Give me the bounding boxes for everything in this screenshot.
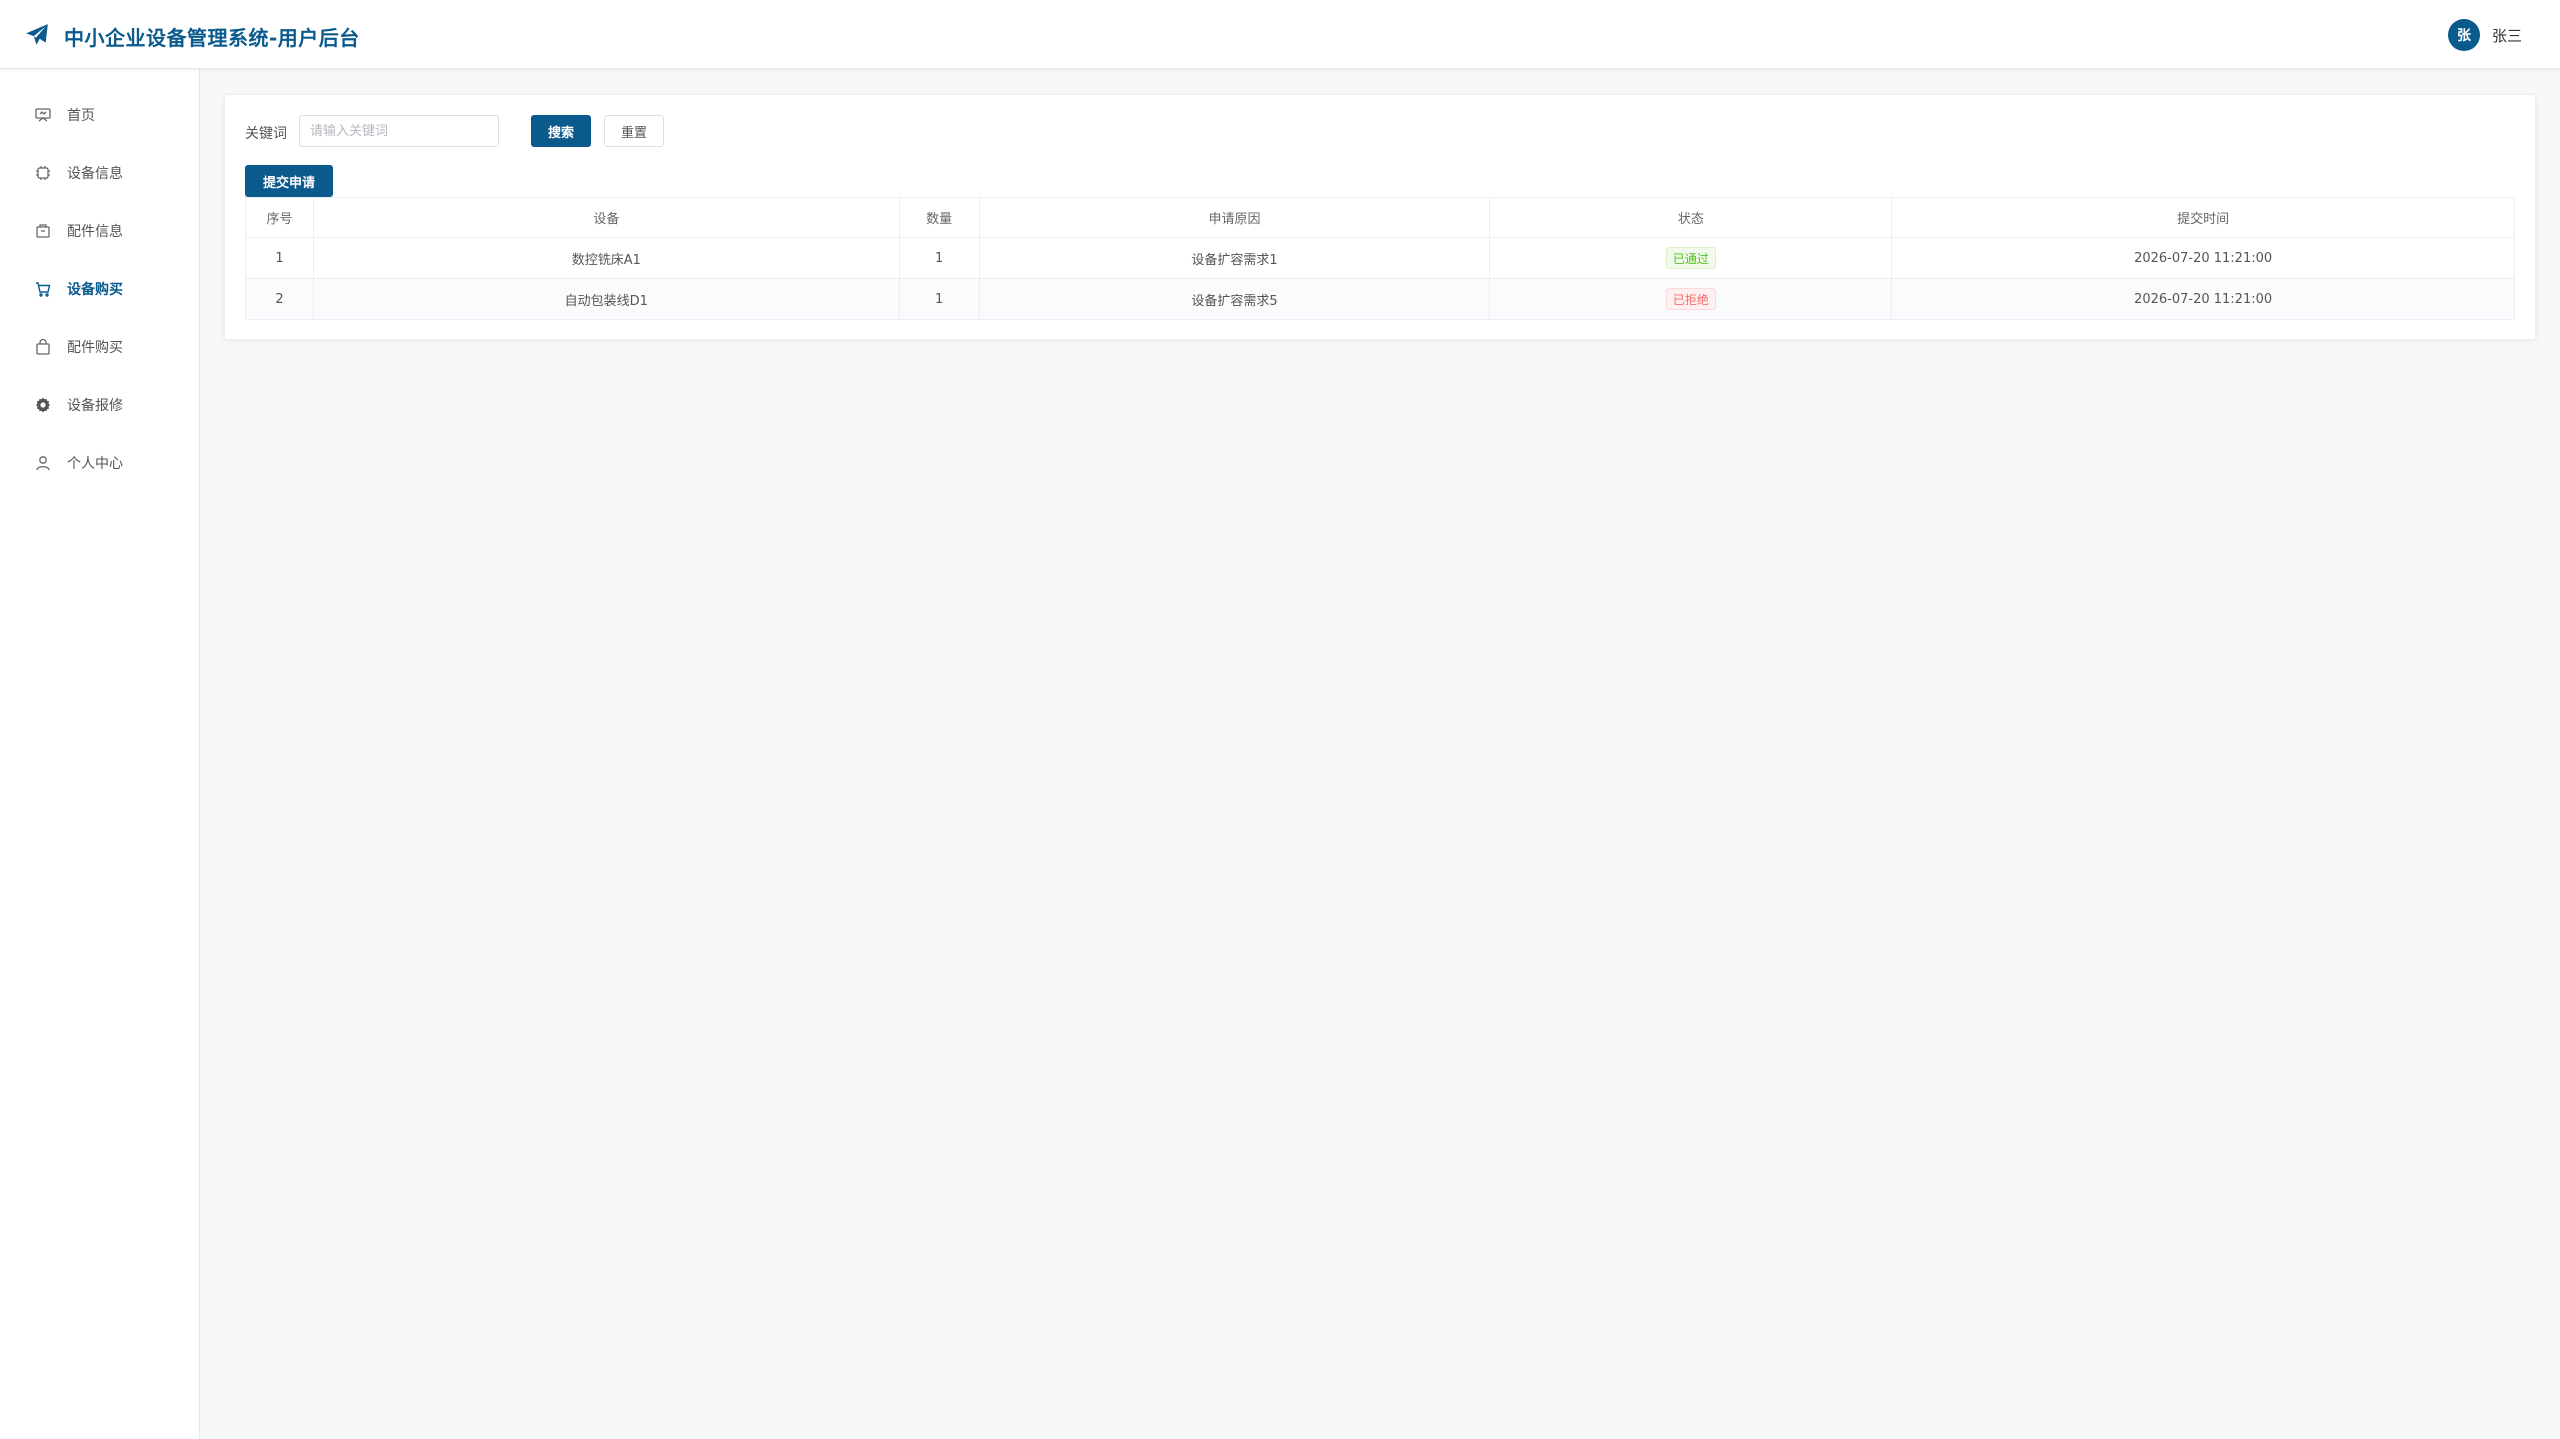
sidebar-item-home[interactable]: 首页 <box>0 95 199 135</box>
table-row[interactable]: 2 自动包装线D1 1 设备扩容需求5 已拒绝 2026-07-20 11:21… <box>245 278 2515 320</box>
keyword-input[interactable] <box>299 115 499 147</box>
sidebar-item-label: 配件信息 <box>67 224 123 240</box>
gear-icon <box>36 397 50 413</box>
bag-icon <box>36 338 50 355</box>
home-board-icon <box>35 108 51 122</box>
reset-button[interactable]: 重置 <box>604 115 664 147</box>
cell-submit-time: 2026-07-20 11:21:00 <box>1891 278 2515 320</box>
cell-status: 已拒绝 <box>1489 278 1893 320</box>
column-header-reason: 申请原因 <box>978 197 1491 238</box>
cell-device: 数控铣床A1 <box>312 237 900 279</box>
purchase-table: 序号 设备 数量 申请原因 状态 提交时间 1 数控铣床A1 1 设备扩容需求1… <box>245 197 2515 320</box>
column-header-submit-time: 提交时间 <box>1891 197 2515 238</box>
cell-submit-time: 2026-07-20 11:21:00 <box>1891 237 2515 279</box>
sidebar-item-label: 配件购买 <box>67 340 123 356</box>
sidebar-item-label: 个人中心 <box>67 456 123 472</box>
cell-reason: 设备扩容需求1 <box>978 237 1491 279</box>
column-header-status: 状态 <box>1489 197 1893 238</box>
chip-icon <box>36 166 50 180</box>
status-badge: 已拒绝 <box>1665 288 1716 310</box>
table-header-row: 序号 设备 数量 申请原因 状态 提交时间 <box>245 197 2515 238</box>
sidebar-item-parts-purchase[interactable]: 配件购买 <box>0 327 199 367</box>
cell-quantity: 1 <box>898 278 980 320</box>
app-title: 中小企业设备管理系统-用户后台 <box>64 26 360 50</box>
sidebar-item-parts-info[interactable]: 配件信息 <box>0 211 199 251</box>
cell-status: 已通过 <box>1489 237 1893 279</box>
cell-quantity: 1 <box>898 237 980 279</box>
sidebar-item-label: 首页 <box>67 108 95 124</box>
column-header-device: 设备 <box>312 197 900 238</box>
user-menu[interactable]: 张 张三 <box>2447 19 2522 51</box>
table-row[interactable]: 1 数控铣床A1 1 设备扩容需求1 已通过 2026-07-20 11:21:… <box>245 237 2515 279</box>
sidebar-item-label: 设备信息 <box>67 166 123 182</box>
paper-plane-icon <box>26 24 48 45</box>
box-icon <box>36 224 50 238</box>
cell-index: 2 <box>245 278 314 320</box>
avatar[interactable]: 张 <box>2447 19 2480 51</box>
search-button[interactable]: 搜索 <box>531 115 591 147</box>
cart-icon <box>36 282 51 297</box>
status-badge: 已通过 <box>1665 247 1716 269</box>
sidebar-item-device-repair[interactable]: 设备报修 <box>0 385 199 425</box>
sidebar-item-label: 设备购买 <box>67 282 123 298</box>
sidebar: 首页 设备信息 配件信息 设备购买 配件购买 设备报修 个人中心 <box>0 69 200 1439</box>
top-header: 中小企业设备管理系统-用户后台 张 张三 <box>0 0 2560 69</box>
cell-device: 自动包装线D1 <box>312 278 900 320</box>
keyword-label: 关键词 <box>245 126 287 142</box>
purchase-list-panel: 关键词 搜索 重置 提交申请 序号 设备 数量 申请原因 状态 提交时间 1 数… <box>224 94 2536 340</box>
user-icon <box>36 456 50 471</box>
sidebar-item-device-info[interactable]: 设备信息 <box>0 153 199 193</box>
username[interactable]: 张三 <box>2492 25 2522 46</box>
cell-index: 1 <box>245 237 314 279</box>
column-header-index: 序号 <box>245 197 314 238</box>
submit-application-button[interactable]: 提交申请 <box>245 165 333 197</box>
cell-reason: 设备扩容需求5 <box>978 278 1491 320</box>
sidebar-item-label: 设备报修 <box>67 398 123 414</box>
column-header-quantity: 数量 <box>898 197 980 238</box>
sidebar-item-profile[interactable]: 个人中心 <box>0 443 199 483</box>
sidebar-item-device-purchase[interactable]: 设备购买 <box>0 269 199 309</box>
